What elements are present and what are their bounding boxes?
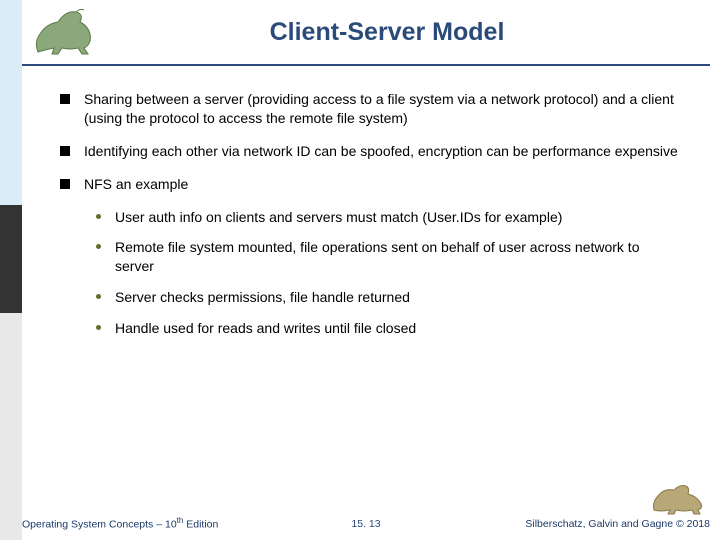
- slide-footer: Operating System Concepts – 10th Edition…: [22, 480, 710, 530]
- square-bullet-icon: [60, 179, 70, 189]
- dinosaur-icon: [650, 480, 710, 516]
- bullet-level1: NFS an example: [60, 175, 680, 194]
- bullet-text: NFS an example: [84, 175, 188, 194]
- dot-bullet-icon: [96, 294, 101, 299]
- slide-header: Client-Server Model: [22, 0, 720, 64]
- bullet-level2: User auth info on clients and servers mu…: [96, 208, 680, 227]
- bullet-level2: Server checks permissions, file handle r…: [96, 288, 680, 307]
- bullet-level1: Sharing between a server (providing acce…: [60, 90, 680, 128]
- bullet-text: Sharing between a server (providing acce…: [84, 90, 680, 128]
- footer-book-title-a: Operating System Concepts – 10: [22, 518, 177, 530]
- footer-copyright: Silberschatz, Galvin and Gagne © 2018: [525, 518, 710, 530]
- footer-book-title-b: Edition: [183, 518, 218, 530]
- bullet-text: Handle used for reads and writes until f…: [115, 319, 416, 338]
- left-decorative-stripe: [0, 0, 22, 540]
- bullet-level1: Identifying each other via network ID ca…: [60, 142, 680, 161]
- bullet-level2: Handle used for reads and writes until f…: [96, 319, 680, 338]
- bullet-level2: Remote file system mounted, file operati…: [96, 238, 680, 276]
- slide-title: Client-Server Model: [114, 18, 720, 47]
- bullet-text: User auth info on clients and servers mu…: [115, 208, 562, 227]
- slide-content: Sharing between a server (providing acce…: [60, 90, 680, 350]
- slide-number: 15. 13: [351, 518, 380, 530]
- bullet-text: Remote file system mounted, file operati…: [115, 238, 680, 276]
- footer-left: Operating System Concepts – 10th Edition: [22, 516, 218, 531]
- footer-right-wrap: Silberschatz, Galvin and Gagne © 2018: [525, 480, 710, 530]
- square-bullet-icon: [60, 94, 70, 104]
- square-bullet-icon: [60, 146, 70, 156]
- dot-bullet-icon: [96, 244, 101, 249]
- dot-bullet-icon: [96, 325, 101, 330]
- header-rule: [22, 64, 710, 66]
- bullet-text: Identifying each other via network ID ca…: [84, 142, 678, 161]
- dot-bullet-icon: [96, 214, 101, 219]
- bullet-text: Server checks permissions, file handle r…: [115, 288, 410, 307]
- dinosaur-icon: [28, 4, 114, 60]
